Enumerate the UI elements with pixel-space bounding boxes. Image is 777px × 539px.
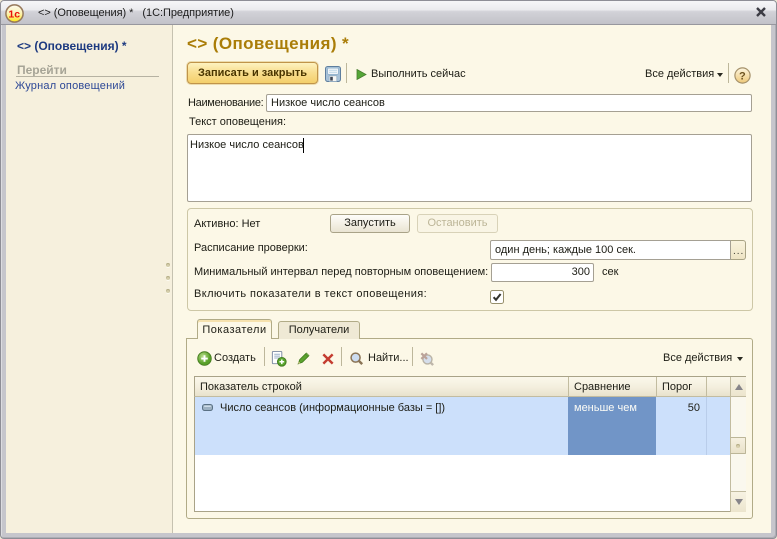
svg-text:?: ? [739, 71, 746, 83]
svg-text:1с: 1с [8, 9, 20, 21]
